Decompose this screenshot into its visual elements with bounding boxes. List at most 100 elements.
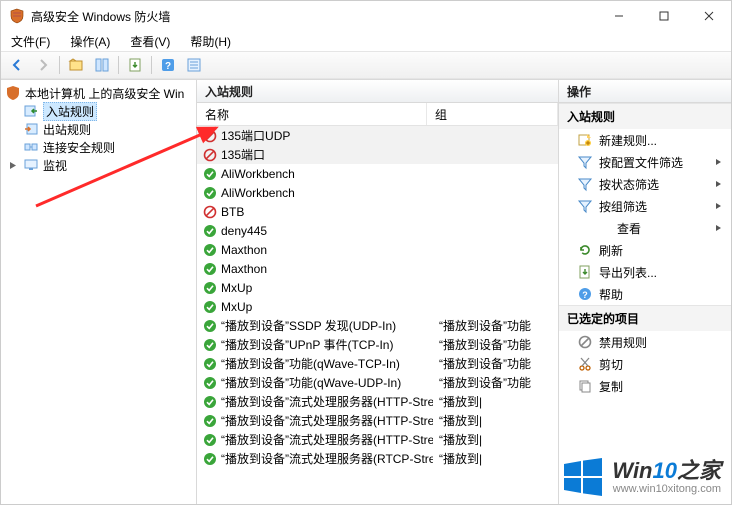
watermark: Win10之家 www.win10xitong.com bbox=[562, 456, 721, 498]
rule-group: “播放到| bbox=[433, 412, 558, 429]
rule-row[interactable]: “播放到设备”流式处理服务器(HTTP-Stre...“播放到| bbox=[197, 411, 558, 430]
watermark-text: Win10之家 www.win10xitong.com bbox=[612, 459, 721, 495]
action-export[interactable]: 导出列表... bbox=[559, 261, 731, 283]
tree-root[interactable]: 本地计算机 上的高级安全 Win bbox=[5, 84, 192, 102]
rule-row[interactable]: “播放到设备”流式处理服务器(HTTP-Stre...“播放到| bbox=[197, 392, 558, 411]
rule-row[interactable]: MxUp bbox=[197, 278, 558, 297]
block-icon bbox=[203, 148, 217, 162]
submenu-arrow-icon bbox=[715, 155, 723, 169]
rule-row[interactable]: Maxthon bbox=[197, 240, 558, 259]
menu-help[interactable]: 帮助(H) bbox=[186, 31, 235, 52]
tree-item-connsec[interactable]: 连接安全规则 bbox=[5, 138, 192, 156]
maximize-button[interactable] bbox=[641, 1, 686, 31]
action-filter-state[interactable]: 按状态筛选 bbox=[559, 173, 731, 195]
outbound-icon bbox=[23, 121, 39, 137]
nav-tree[interactable]: 本地计算机 上的高级安全 Win 入站规则 出站规则 连接安全规则 bbox=[1, 80, 196, 178]
action-help[interactable]: ?帮助 bbox=[559, 283, 731, 305]
rule-group: “播放到设备”功能 bbox=[433, 317, 558, 334]
rule-row[interactable]: AliWorkbench bbox=[197, 183, 558, 202]
rule-name: “播放到设备”功能(qWave-TCP-In) bbox=[221, 355, 400, 372]
rule-row[interactable]: “播放到设备”流式处理服务器(HTTP-Stre...“播放到| bbox=[197, 430, 558, 449]
allow-icon bbox=[203, 414, 217, 428]
rule-row[interactable]: BTB bbox=[197, 202, 558, 221]
disable-rule-icon bbox=[577, 334, 593, 350]
menu-file[interactable]: 文件(F) bbox=[7, 31, 54, 52]
action-filter-profile[interactable]: 按配置文件筛选 bbox=[559, 151, 731, 173]
tree-root-label: 本地计算机 上的高级安全 Win bbox=[25, 85, 184, 102]
tree-label-connsec: 连接安全规则 bbox=[43, 139, 115, 156]
properties-button[interactable] bbox=[182, 53, 206, 77]
tree-item-outbound[interactable]: 出站规则 bbox=[5, 120, 192, 138]
tree-item-monitor[interactable]: 监视 bbox=[5, 156, 192, 174]
rule-row[interactable]: “播放到设备”功能(qWave-TCP-In) “播放到设备”功能 bbox=[197, 354, 558, 373]
inbound-icon bbox=[23, 103, 39, 119]
action-view[interactable]: 查看 bbox=[559, 217, 731, 239]
rule-name: “播放到设备”流式处理服务器(HTTP-Stre... bbox=[221, 431, 433, 448]
rule-name: MxUp bbox=[221, 300, 252, 314]
windows-logo-icon bbox=[562, 456, 604, 498]
rules-list[interactable]: 135端口UDP135端口AliWorkbenchAliWorkbenchBTB… bbox=[197, 126, 558, 504]
minimize-button[interactable] bbox=[596, 1, 641, 31]
rule-row[interactable]: AliWorkbench bbox=[197, 164, 558, 183]
actions-pane: 操作 入站规则新建规则... 按配置文件筛选按状态筛选按组筛选查看刷新导出列表..… bbox=[559, 80, 731, 504]
action-label: 按配置文件筛选 bbox=[599, 154, 683, 171]
rule-row[interactable]: Maxthon bbox=[197, 259, 558, 278]
rule-row[interactable]: 135端口 bbox=[197, 145, 558, 164]
toolbar: ? bbox=[1, 51, 731, 79]
action-copy[interactable]: 复制 bbox=[559, 375, 731, 397]
show-hide-button[interactable] bbox=[90, 53, 114, 77]
back-button[interactable] bbox=[5, 53, 29, 77]
actions-section-title: 入站规则 bbox=[559, 103, 731, 129]
allow-icon bbox=[203, 262, 217, 276]
filter-group-icon bbox=[577, 198, 593, 214]
filter-state-icon bbox=[577, 176, 593, 192]
rule-row[interactable]: “播放到设备”SSDP 发现(UDP-In)“播放到设备”功能 bbox=[197, 316, 558, 335]
action-refresh[interactable]: 刷新 bbox=[559, 239, 731, 261]
action-cut[interactable]: 剪切 bbox=[559, 353, 731, 375]
menubar: 文件(F) 操作(A) 查看(V) 帮助(H) bbox=[1, 31, 731, 51]
window-controls bbox=[596, 1, 731, 31]
up-button[interactable] bbox=[64, 53, 88, 77]
rule-group: “播放到| bbox=[433, 431, 558, 448]
menu-view[interactable]: 查看(V) bbox=[126, 31, 174, 52]
export-icon bbox=[577, 264, 593, 280]
allow-icon bbox=[203, 319, 217, 333]
expander-icon[interactable] bbox=[8, 160, 19, 171]
export-button[interactable] bbox=[123, 53, 147, 77]
tree-item-inbound[interactable]: 入站规则 bbox=[5, 102, 192, 120]
action-label: 剪切 bbox=[599, 356, 623, 373]
action-label: 复制 bbox=[599, 378, 623, 395]
action-filter-group[interactable]: 按组筛选 bbox=[559, 195, 731, 217]
shield-icon bbox=[5, 85, 21, 101]
rule-row[interactable]: 135端口UDP bbox=[197, 126, 558, 145]
rule-row[interactable]: “播放到设备”流式处理服务器(RTCP-Stre...“播放到| bbox=[197, 449, 558, 468]
titlebar: 高级安全 Windows 防火墙 bbox=[1, 1, 731, 31]
column-header[interactable]: 名称 组 bbox=[197, 103, 558, 126]
submenu-arrow-icon bbox=[715, 177, 723, 191]
rule-row[interactable]: deny445 bbox=[197, 221, 558, 240]
rule-name: MxUp bbox=[221, 281, 252, 295]
allow-icon bbox=[203, 300, 217, 314]
rule-row[interactable]: “播放到设备”功能(qWave-UDP-In)“播放到设备”功能 bbox=[197, 373, 558, 392]
rule-group: “播放到设备”功能 bbox=[433, 355, 558, 372]
action-disable-rule[interactable]: 禁用规则 bbox=[559, 331, 731, 353]
help-button[interactable]: ? bbox=[156, 53, 180, 77]
allow-icon bbox=[203, 357, 217, 371]
col-group[interactable]: 组 bbox=[427, 103, 558, 125]
help-icon: ? bbox=[577, 286, 593, 302]
allow-icon bbox=[203, 452, 217, 466]
connsec-icon bbox=[23, 139, 39, 155]
action-new-rule[interactable]: 新建规则... bbox=[559, 129, 731, 151]
rule-row[interactable]: MxUp bbox=[197, 297, 558, 316]
rule-name: Maxthon bbox=[221, 262, 267, 276]
close-button[interactable] bbox=[686, 1, 731, 31]
col-name[interactable]: 名称 bbox=[197, 103, 427, 125]
allow-icon bbox=[203, 433, 217, 447]
action-label: 按状态筛选 bbox=[599, 176, 659, 193]
allow-icon bbox=[203, 243, 217, 257]
actions-header: 操作 bbox=[559, 80, 731, 103]
menu-action[interactable]: 操作(A) bbox=[66, 31, 114, 52]
rule-row[interactable]: “播放到设备”UPnP 事件(TCP-In)“播放到设备”功能 bbox=[197, 335, 558, 354]
forward-button[interactable] bbox=[31, 53, 55, 77]
rule-name: “播放到设备”UPnP 事件(TCP-In) bbox=[221, 336, 393, 353]
